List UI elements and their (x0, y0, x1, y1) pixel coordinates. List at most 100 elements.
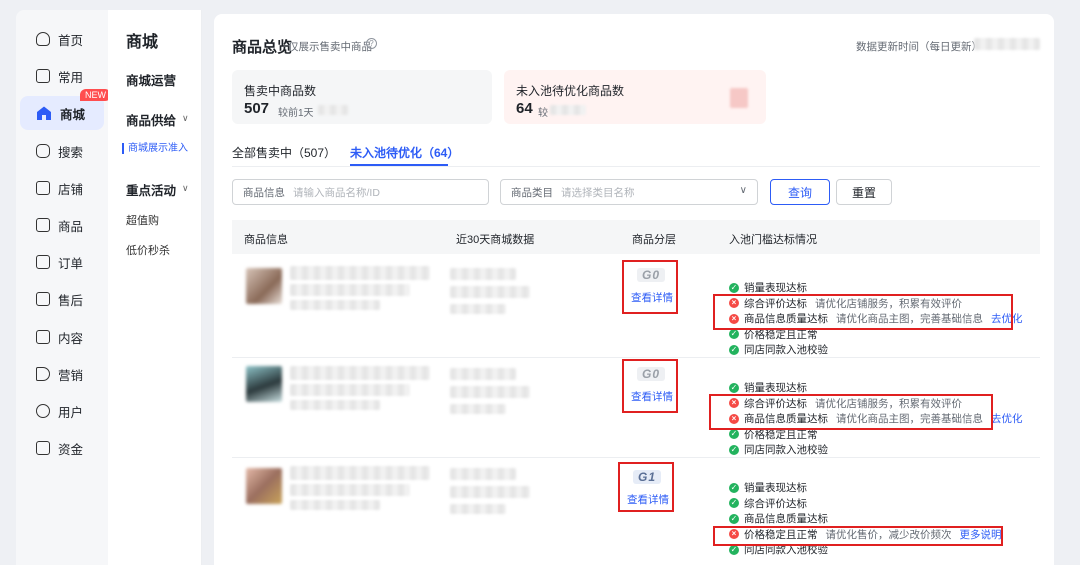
subnav-mall-operation[interactable]: 商城运营 (126, 70, 176, 89)
secondary-nav: 商城 商城运营 商品供给 ∨ 商城展示准入 重点活动 ∨ 超值购 低价秒杀 (108, 10, 202, 565)
nav-item-product[interactable]: 商品 (20, 208, 104, 242)
nav-item-home[interactable]: 首页 (20, 22, 104, 56)
redacted-product-id (290, 500, 380, 510)
check-circle-icon: ✓ (729, 444, 739, 455)
table-row: G1 查看详情 ✓ 销量表现达标 ✓ 综合评价达标 ✓ 商品信息质量达标 × 价格稳定且… (232, 458, 1040, 558)
nav-item-funds[interactable]: 资金 (20, 431, 104, 465)
subnav-mall-display-access[interactable]: 商城展示准入 (122, 143, 188, 154)
nav-item-label: 售后 (58, 293, 84, 308)
failed-checks-highlight (709, 394, 993, 430)
search-icon (36, 144, 50, 158)
nav-item-marketing[interactable]: 营销 (20, 357, 104, 391)
redacted-product-name (290, 384, 410, 396)
chevron-down-icon: ∨ (182, 113, 189, 123)
tab-pending-optimize[interactable]: 未入池待优化（64） (350, 144, 459, 161)
redacted-metrics (450, 286, 530, 298)
question-icon[interactable]: ? (366, 38, 377, 49)
selling-count-card: 售卖中商品数 507 较前1天 (232, 70, 492, 124)
redacted-product-name (290, 466, 430, 480)
order-icon (36, 255, 50, 269)
new-badge: NEW (80, 89, 111, 101)
redacted-product-name (290, 266, 430, 280)
page-title: 商品总览 (232, 39, 293, 56)
redacted-metrics (450, 386, 530, 398)
nav-item-label: 商城 (60, 107, 86, 122)
nav-item-mall[interactable]: 商城 NEW (20, 89, 111, 130)
card-label: 售卖中商品数 (244, 84, 317, 98)
product-icon (36, 218, 50, 232)
nav-item-frequent[interactable]: 常用 (20, 59, 104, 93)
nav-item-search[interactable]: 搜索 (20, 134, 104, 168)
redacted-metrics (450, 304, 506, 314)
content-icon (36, 330, 50, 344)
table-header: 商品信息 近30天商城数据 商品分层 入池门槛达标情况 (232, 220, 1040, 254)
redacted-product-name (290, 284, 410, 296)
check-circle-icon: ✓ (729, 544, 739, 555)
check-circle-icon: ✓ (729, 282, 739, 293)
product-thumbnail (246, 366, 282, 402)
nav-item-label: 店铺 (58, 182, 84, 197)
nav-item-label: 内容 (58, 331, 84, 346)
tier-highlight-box: G0 查看详情 (622, 359, 678, 413)
subnav-key-activities[interactable]: 重点活动 (126, 180, 176, 199)
search-button[interactable]: 查询 (770, 179, 830, 205)
tier-highlight-box: G0 查看详情 (622, 260, 678, 314)
chevron-down-icon: ∨ (739, 185, 747, 196)
redacted-product-id (290, 300, 380, 310)
field-placeholder: 请输入商品名称/ID (293, 186, 380, 199)
redacted-figure (730, 88, 748, 108)
redacted-metrics (450, 504, 506, 514)
reset-button[interactable]: 重置 (836, 179, 892, 205)
nav-item-content[interactable]: 内容 (20, 320, 104, 354)
redacted-product-id (290, 400, 380, 410)
nav-item-user[interactable]: 用户 (20, 394, 104, 428)
tier-badge: G0 (637, 367, 666, 381)
shop-icon (36, 181, 50, 195)
redacted-metrics (450, 468, 516, 480)
view-detail-link[interactable]: 查看详情 (627, 492, 669, 507)
check-item: ✓ 同店同款入池校验 (729, 444, 828, 457)
nav-item-order[interactable]: 订单 (20, 245, 104, 279)
primary-nav: 首页 常用 商城 NEW 搜索 店铺 商品 订单 售后 内容 营销 用户 资金 (16, 10, 111, 565)
pending-optimize-card: 未入池待优化商品数 64 较 (504, 70, 766, 124)
check-circle-icon: ✓ (729, 382, 739, 393)
subnav-value-buy[interactable]: 超值购 (126, 212, 159, 228)
store-icon (37, 106, 51, 120)
wallet-icon (36, 441, 50, 455)
product-category-select[interactable]: 商品类目 请选择类目名称 ∨ (500, 179, 758, 205)
view-detail-link[interactable]: 查看详情 (631, 389, 673, 404)
failed-checks-highlight (713, 294, 1013, 330)
tier-badge: G0 (637, 268, 666, 282)
check-circle-icon: ✓ (729, 329, 739, 340)
card-value: 64 (516, 100, 533, 117)
nav-item-shop[interactable]: 店铺 (20, 171, 104, 205)
subnav-flash-sale[interactable]: 低价秒杀 (126, 242, 170, 258)
product-info-input[interactable]: 商品信息 请输入商品名称/ID (232, 179, 489, 205)
redacted-metrics (450, 368, 516, 380)
nav-item-label: 商品 (58, 219, 84, 234)
subnav-product-supply[interactable]: 商品供给 (126, 110, 176, 129)
tab-divider (232, 166, 1040, 167)
page-subtitle: 仅展示售卖中商品 (288, 41, 372, 53)
nav-item-label: 营销 (58, 368, 84, 383)
optimize-link[interactable]: 去优化 (991, 411, 1023, 426)
check-circle-icon: ✓ (729, 344, 739, 355)
field-label: 商品类目 (511, 186, 553, 199)
column-header: 商品分层 (632, 234, 676, 246)
column-header: 入池门槛达标情况 (729, 234, 817, 246)
check-circle-icon: ✓ (729, 498, 739, 509)
check-item: ✓ 综合评价达标 (729, 497, 807, 510)
failed-checks-highlight (713, 526, 1003, 546)
user-icon (36, 404, 50, 418)
column-header: 商品信息 (244, 234, 288, 246)
view-detail-link[interactable]: 查看详情 (631, 290, 673, 305)
nav-item-after-sale[interactable]: 售后 (20, 282, 104, 316)
nav-item-label: 搜索 (58, 145, 84, 160)
tier-highlight-box: G1 查看详情 (618, 462, 674, 512)
home-outline-icon (36, 32, 50, 46)
folder-icon (36, 69, 50, 83)
tab-all-selling[interactable]: 全部售卖中（507） (232, 144, 336, 161)
nav-item-label: 首页 (58, 33, 84, 48)
card-value: 507 (244, 100, 270, 117)
card-label: 未入池待优化商品数 (516, 84, 625, 98)
